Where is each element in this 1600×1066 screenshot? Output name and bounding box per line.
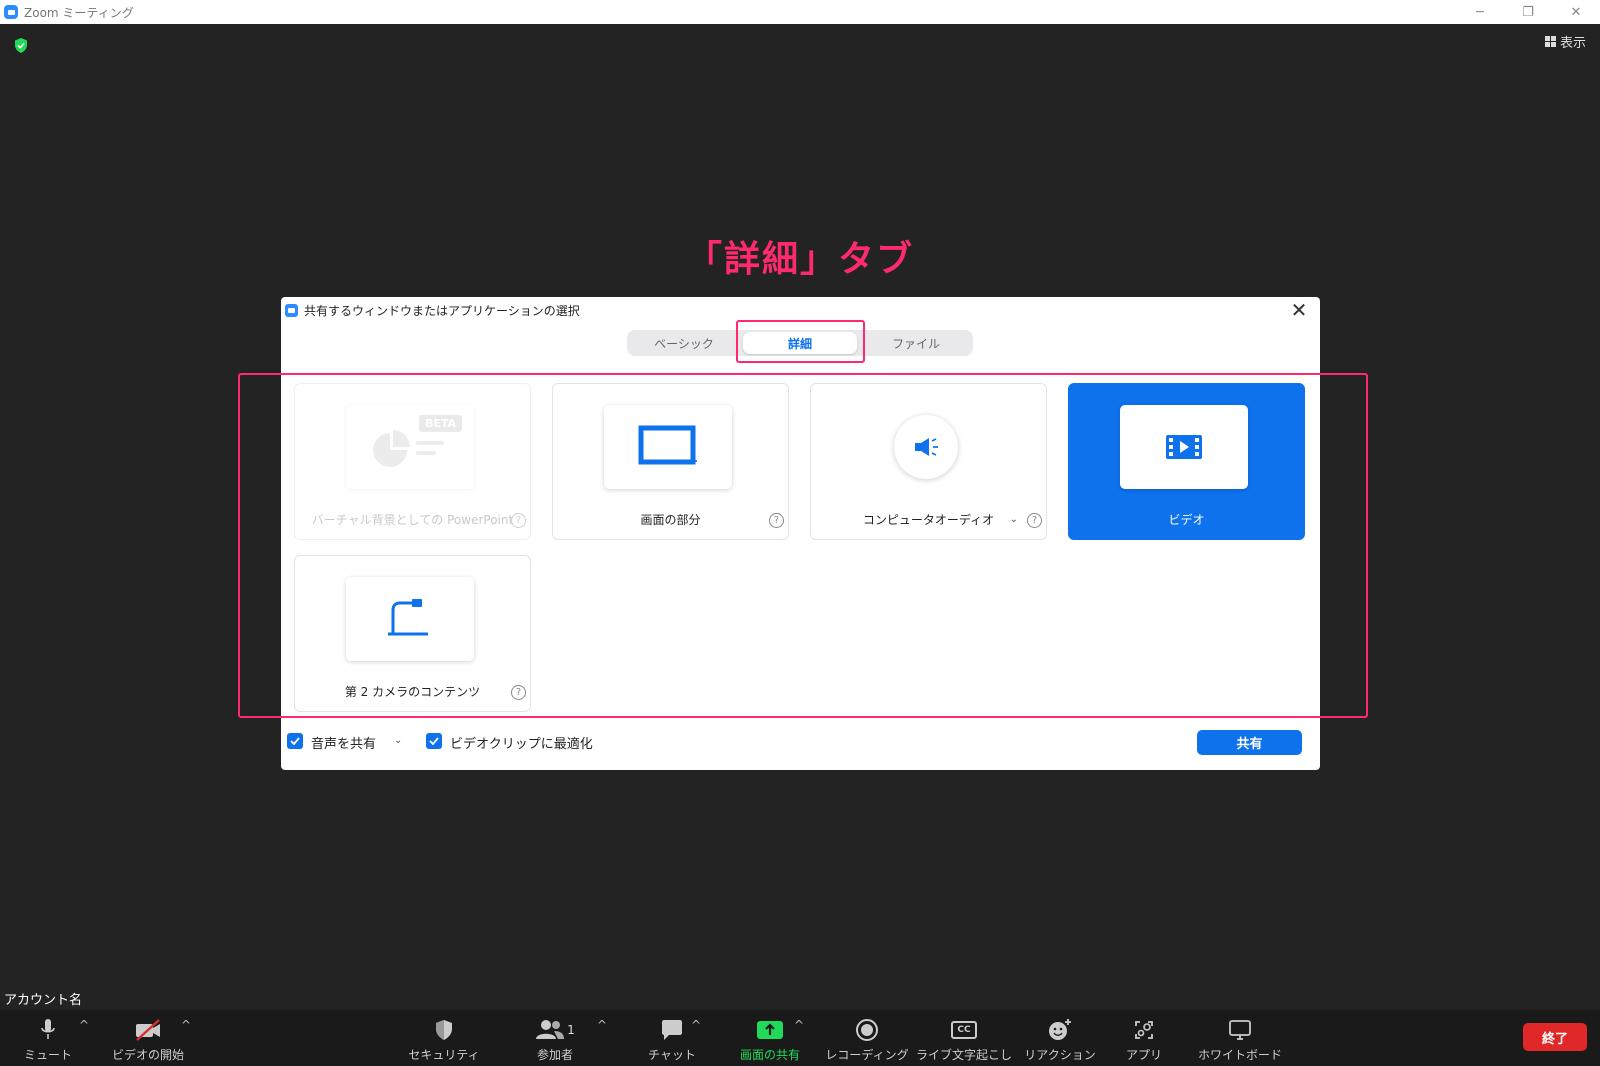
microphone-icon [41, 1019, 55, 1039]
title-bar: Zoom ミーティング ─ ❐ ✕ [0, 0, 1600, 24]
share-button[interactable]: 共有 [1197, 730, 1302, 755]
reactions-label: リアクション [1024, 1048, 1096, 1062]
checkmark-icon [290, 737, 300, 745]
content-highlight-box [238, 373, 1368, 718]
view-label: 表示 [1559, 36, 1586, 51]
start-video-button[interactable]: ビデオの開始 [112, 1010, 184, 1066]
window-title: Zoom ミーティング [24, 5, 134, 20]
video-options-caret[interactable]: ^ [181, 1018, 191, 1032]
whiteboard-label: ホワイトボード [1198, 1048, 1283, 1062]
share-sound-checkbox[interactable] [287, 733, 303, 749]
cc-icon: CC [951, 1021, 977, 1039]
apps-icon [1135, 1021, 1153, 1039]
reaction-emoji-icon [1049, 1019, 1071, 1040]
video-label: ビデオの開始 [112, 1048, 185, 1062]
participants-icon [536, 1020, 565, 1039]
video-off-icon [136, 1019, 160, 1041]
close-icon[interactable]: ✕ [1288, 298, 1310, 322]
share-dialog: 共有するウィンドウまたはアプリケーションの選択 ✕ ベーシック 詳細 ファイル … [238, 297, 1368, 770]
view-button[interactable]: 表示 [1544, 32, 1586, 51]
encryption-shield-icon[interactable] [14, 38, 28, 53]
tab-basic[interactable]: ベーシック [627, 330, 741, 356]
participants-label: 参加者 [536, 1048, 573, 1062]
mute-options-caret[interactable]: ^ [79, 1018, 89, 1032]
checkmark-icon [429, 737, 439, 745]
shield-icon [436, 1020, 452, 1040]
whiteboard-button[interactable]: ホワイトボード [1198, 1010, 1282, 1066]
record-label: レコーディング [825, 1048, 909, 1062]
zoom-logo-icon [285, 303, 298, 317]
minimize-button[interactable]: ─ [1456, 0, 1504, 24]
annotation-caption: 「詳細」タブ [685, 239, 914, 280]
tab-highlight-box [736, 320, 865, 363]
chevron-down-icon[interactable]: ⌄ [394, 735, 402, 746]
chat-label: チャット [648, 1048, 696, 1062]
zoom-logo-icon [4, 5, 18, 19]
tab-files[interactable]: ファイル [859, 330, 973, 356]
chat-options-caret[interactable]: ^ [691, 1018, 701, 1032]
dialog-title-bar: 共有するウィンドウまたはアプリケーションの選択 [285, 301, 580, 319]
participants-count: 1 [567, 1023, 575, 1037]
apps-button[interactable]: アプリ [1122, 1010, 1166, 1066]
close-window-button[interactable]: ✕ [1552, 0, 1600, 24]
apps-label: アプリ [1125, 1048, 1162, 1062]
chat-bubble-icon [662, 1020, 682, 1040]
share-sound-label: 音声を共有 [311, 737, 377, 752]
share-screen-label: 画面の共有 [739, 1048, 800, 1062]
meeting-toolbar: ミュート ^ ビデオの開始 ^ セキュリティ 1 参加者 ^ チャット ^ 画面… [0, 1010, 1600, 1066]
record-button[interactable]: レコーディング [825, 1010, 909, 1066]
grid-icon [1544, 36, 1556, 47]
participants-options-caret[interactable]: ^ [597, 1018, 607, 1032]
optimize-video-label: ビデオクリップに最適化 [450, 737, 593, 752]
share-screen-icon [757, 1021, 783, 1039]
dialog-title: 共有するウィンドウまたはアプリケーションの選択 [304, 303, 580, 318]
live-transcript-button[interactable]: CC ライブ文字起こし [916, 1010, 1012, 1066]
security-label: セキュリティ [408, 1048, 480, 1062]
share-options-caret[interactable]: ^ [794, 1018, 804, 1032]
account-name: アカウント名 [4, 993, 83, 1008]
record-icon [856, 1019, 878, 1041]
mute-button[interactable]: ミュート [20, 1010, 76, 1066]
mute-label: ミュート [23, 1048, 72, 1062]
restore-button[interactable]: ❐ [1504, 0, 1552, 24]
reactions-button[interactable]: リアクション [1022, 1010, 1098, 1066]
participants-button[interactable]: 1 参加者 [525, 1010, 585, 1066]
live-transcript-label: ライブ文字起こし [916, 1048, 1013, 1062]
whiteboard-icon [1229, 1020, 1251, 1040]
optimize-video-checkbox[interactable] [426, 733, 442, 749]
security-button[interactable]: セキュリティ [408, 1010, 480, 1066]
end-meeting-button[interactable]: 終了 [1523, 1023, 1587, 1051]
dialog-footer: 音声を共有 ⌄ ビデオクリップに最適化 共有 [281, 722, 1320, 762]
